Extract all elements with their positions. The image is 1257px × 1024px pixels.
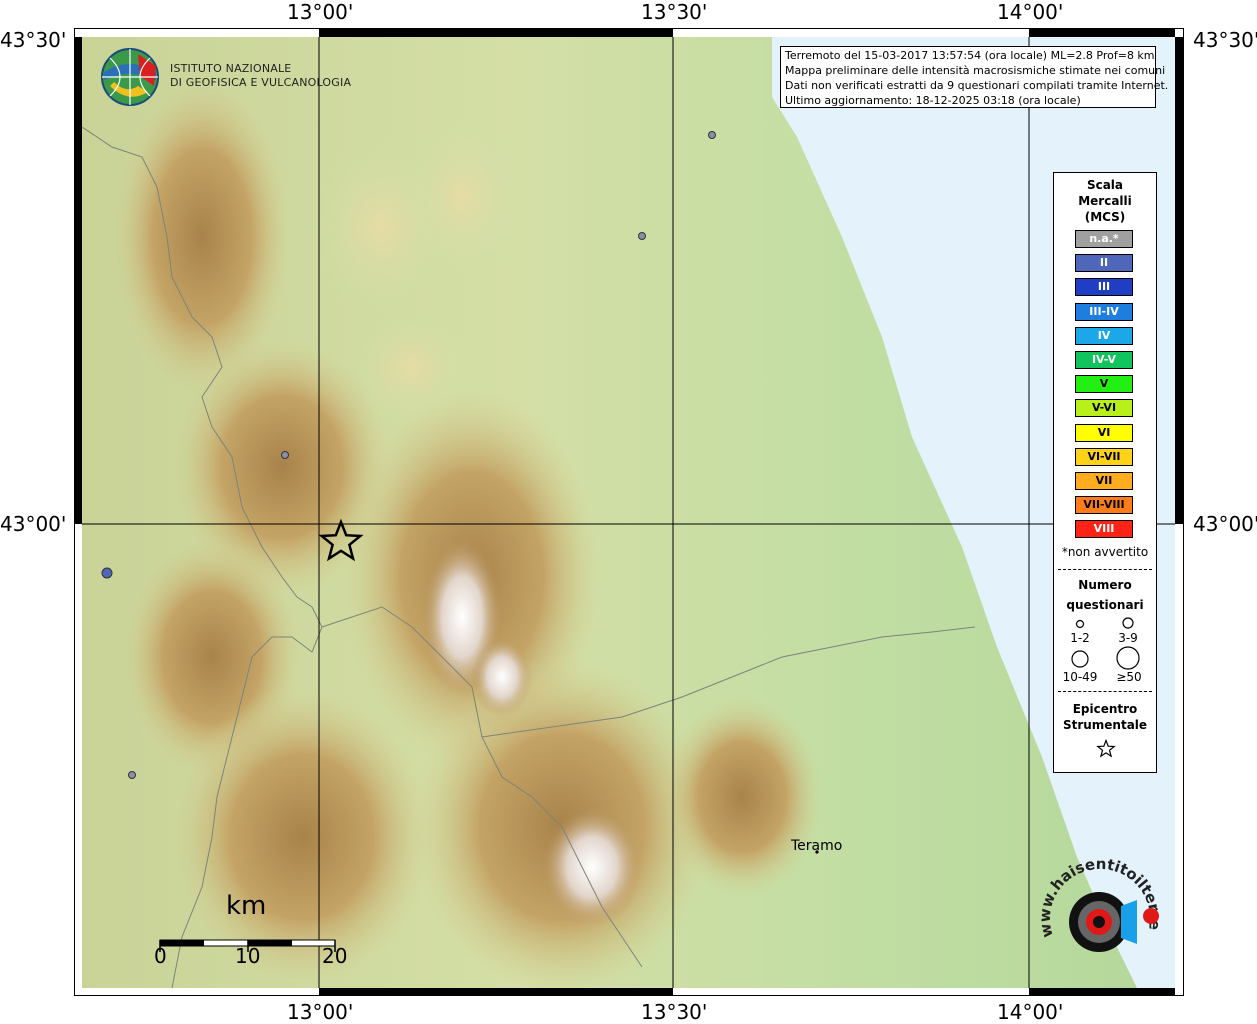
lon-label-top-1300: 13°00' <box>287 0 354 24</box>
epicenter-legend-title: Epicentro Strumentale <box>1054 701 1156 733</box>
point-station-south-west <box>128 771 136 779</box>
size-symbol-3-9 <box>1122 617 1134 629</box>
scale-label-0: 0 <box>154 944 167 968</box>
legend-swatch-iv: IV <box>1075 326 1133 345</box>
scale-label-10: 10 <box>235 944 261 968</box>
size-symbol-10-49 <box>1071 650 1089 668</box>
institute-name: ISTITUTO NAZIONALE DI GEOFISICA E VULCAN… <box>170 62 351 90</box>
questionnaires-title-line-2: questionari <box>1066 598 1144 612</box>
info-line-update: Ultimo aggiornamento: 18-12-2025 03:18 (… <box>785 94 1081 107</box>
legend-swatch-iv-v: IV-V <box>1075 351 1133 369</box>
map-area[interactable] <box>82 37 1175 988</box>
frame-bar-bottom <box>319 987 673 996</box>
questionnaires-title-line-1: Numero <box>1078 578 1132 592</box>
lon-label-top-1400: 14°00' <box>997 0 1064 24</box>
scale-label-20: 20 <box>322 944 348 968</box>
size-symbol-1-2 <box>1075 619 1085 629</box>
lon-label-bottom-1300: 13°00' <box>287 1000 354 1024</box>
epicenter-legend-star-icon <box>1096 739 1116 758</box>
legend-title-line-2: Mercalli <box>1078 194 1132 208</box>
point-station-far-west <box>101 567 113 579</box>
epicenter-title-line-1: Epicentro <box>1072 702 1138 716</box>
legend-swatch-vii-viii: VII-VIII <box>1075 496 1133 515</box>
frame-bar-bottom-right <box>1029 987 1175 996</box>
size-symbol-50 <box>1116 646 1140 670</box>
legend-title-line-1: Scala <box>1086 178 1124 192</box>
size-label-1-2: 1-2 <box>1070 631 1090 645</box>
frame-bar-top <box>319 28 673 37</box>
lat-label-left-4300: 43°00' <box>0 512 67 536</box>
legend-swatch-viii: VIII <box>1075 520 1133 539</box>
legend-swatch-vi-vii: VI-VII <box>1075 447 1133 466</box>
legend-title-line-3: (MCS) <box>1084 210 1126 224</box>
legend-separator-1 <box>1058 569 1152 570</box>
legend-title: Scala Mercalli (MCS) <box>1054 177 1156 225</box>
epicenter-title-line-2: Strumentale <box>1062 718 1148 732</box>
lon-label-bottom-1400: 14°00' <box>997 1000 1064 1024</box>
frame-bar-right <box>1175 37 1184 524</box>
institute-line-1: ISTITUTO NAZIONALE <box>170 62 292 75</box>
legend-swatch-iii-iv: III-IV <box>1075 302 1133 321</box>
info-line-event: Terremoto del 15-03-2017 13:57:54 (ora l… <box>785 49 1155 62</box>
ingv-globe-logo <box>101 48 159 106</box>
legend-panel: Scala Mercalli (MCS) n.a.* II III III-IV IV I… <box>1053 172 1157 773</box>
legend-swatch-vi: VI <box>1075 423 1133 442</box>
size-label-3-9: 3-9 <box>1118 631 1138 645</box>
questionnaires-title: Numero questionari <box>1054 575 1156 615</box>
lon-label-bottom-1330: 13°30' <box>641 1000 708 1024</box>
event-info-box: Terremoto del 15-03-2017 13:57:54 (ora l… <box>780 46 1169 108</box>
lat-label-left-4330: 43°30' <box>0 28 67 52</box>
legend-separator-2 <box>1058 691 1152 692</box>
point-station-north-inland <box>638 232 646 240</box>
info-line-map: Mappa preliminare delle intensità macros… <box>785 64 1166 77</box>
frame-bar-left <box>74 37 82 524</box>
legend-swatch-v-vi: V-VI <box>1075 399 1133 418</box>
city-label-teramo: Teramo <box>791 838 843 854</box>
legend-swatch-ii: II <box>1075 254 1133 273</box>
lon-label-top-1330: 13°30' <box>641 0 708 24</box>
legend-swatch-v: V <box>1075 375 1133 394</box>
lat-label-right-4330: 43°30' <box>1193 28 1257 52</box>
legend-swatch-n-a: n.a.* <box>1075 230 1133 248</box>
point-station-north-coast <box>708 131 716 139</box>
legend-swatch-vii: VII <box>1075 472 1133 490</box>
frame-bar-top-right <box>1029 28 1175 37</box>
lat-label-right-4300: 43°00' <box>1193 512 1257 536</box>
institute-line-2: DI GEOFISICA E VULCANOLOGIA <box>170 76 352 89</box>
legend-note: *non avvertito <box>1061 545 1149 559</box>
size-label-10-49: 10-49 <box>1062 670 1098 684</box>
size-label-50: ≥50 <box>1116 670 1142 684</box>
point-station-central-west <box>281 451 289 459</box>
info-line-data: Dati non verificati estratti da 9 questi… <box>785 79 1169 92</box>
legend-swatch-iii: III <box>1075 278 1133 297</box>
terrain-map <box>82 37 1175 988</box>
haisentito-watermark-logo: www.haisentitoilterremoto.it <box>1035 858 1164 952</box>
